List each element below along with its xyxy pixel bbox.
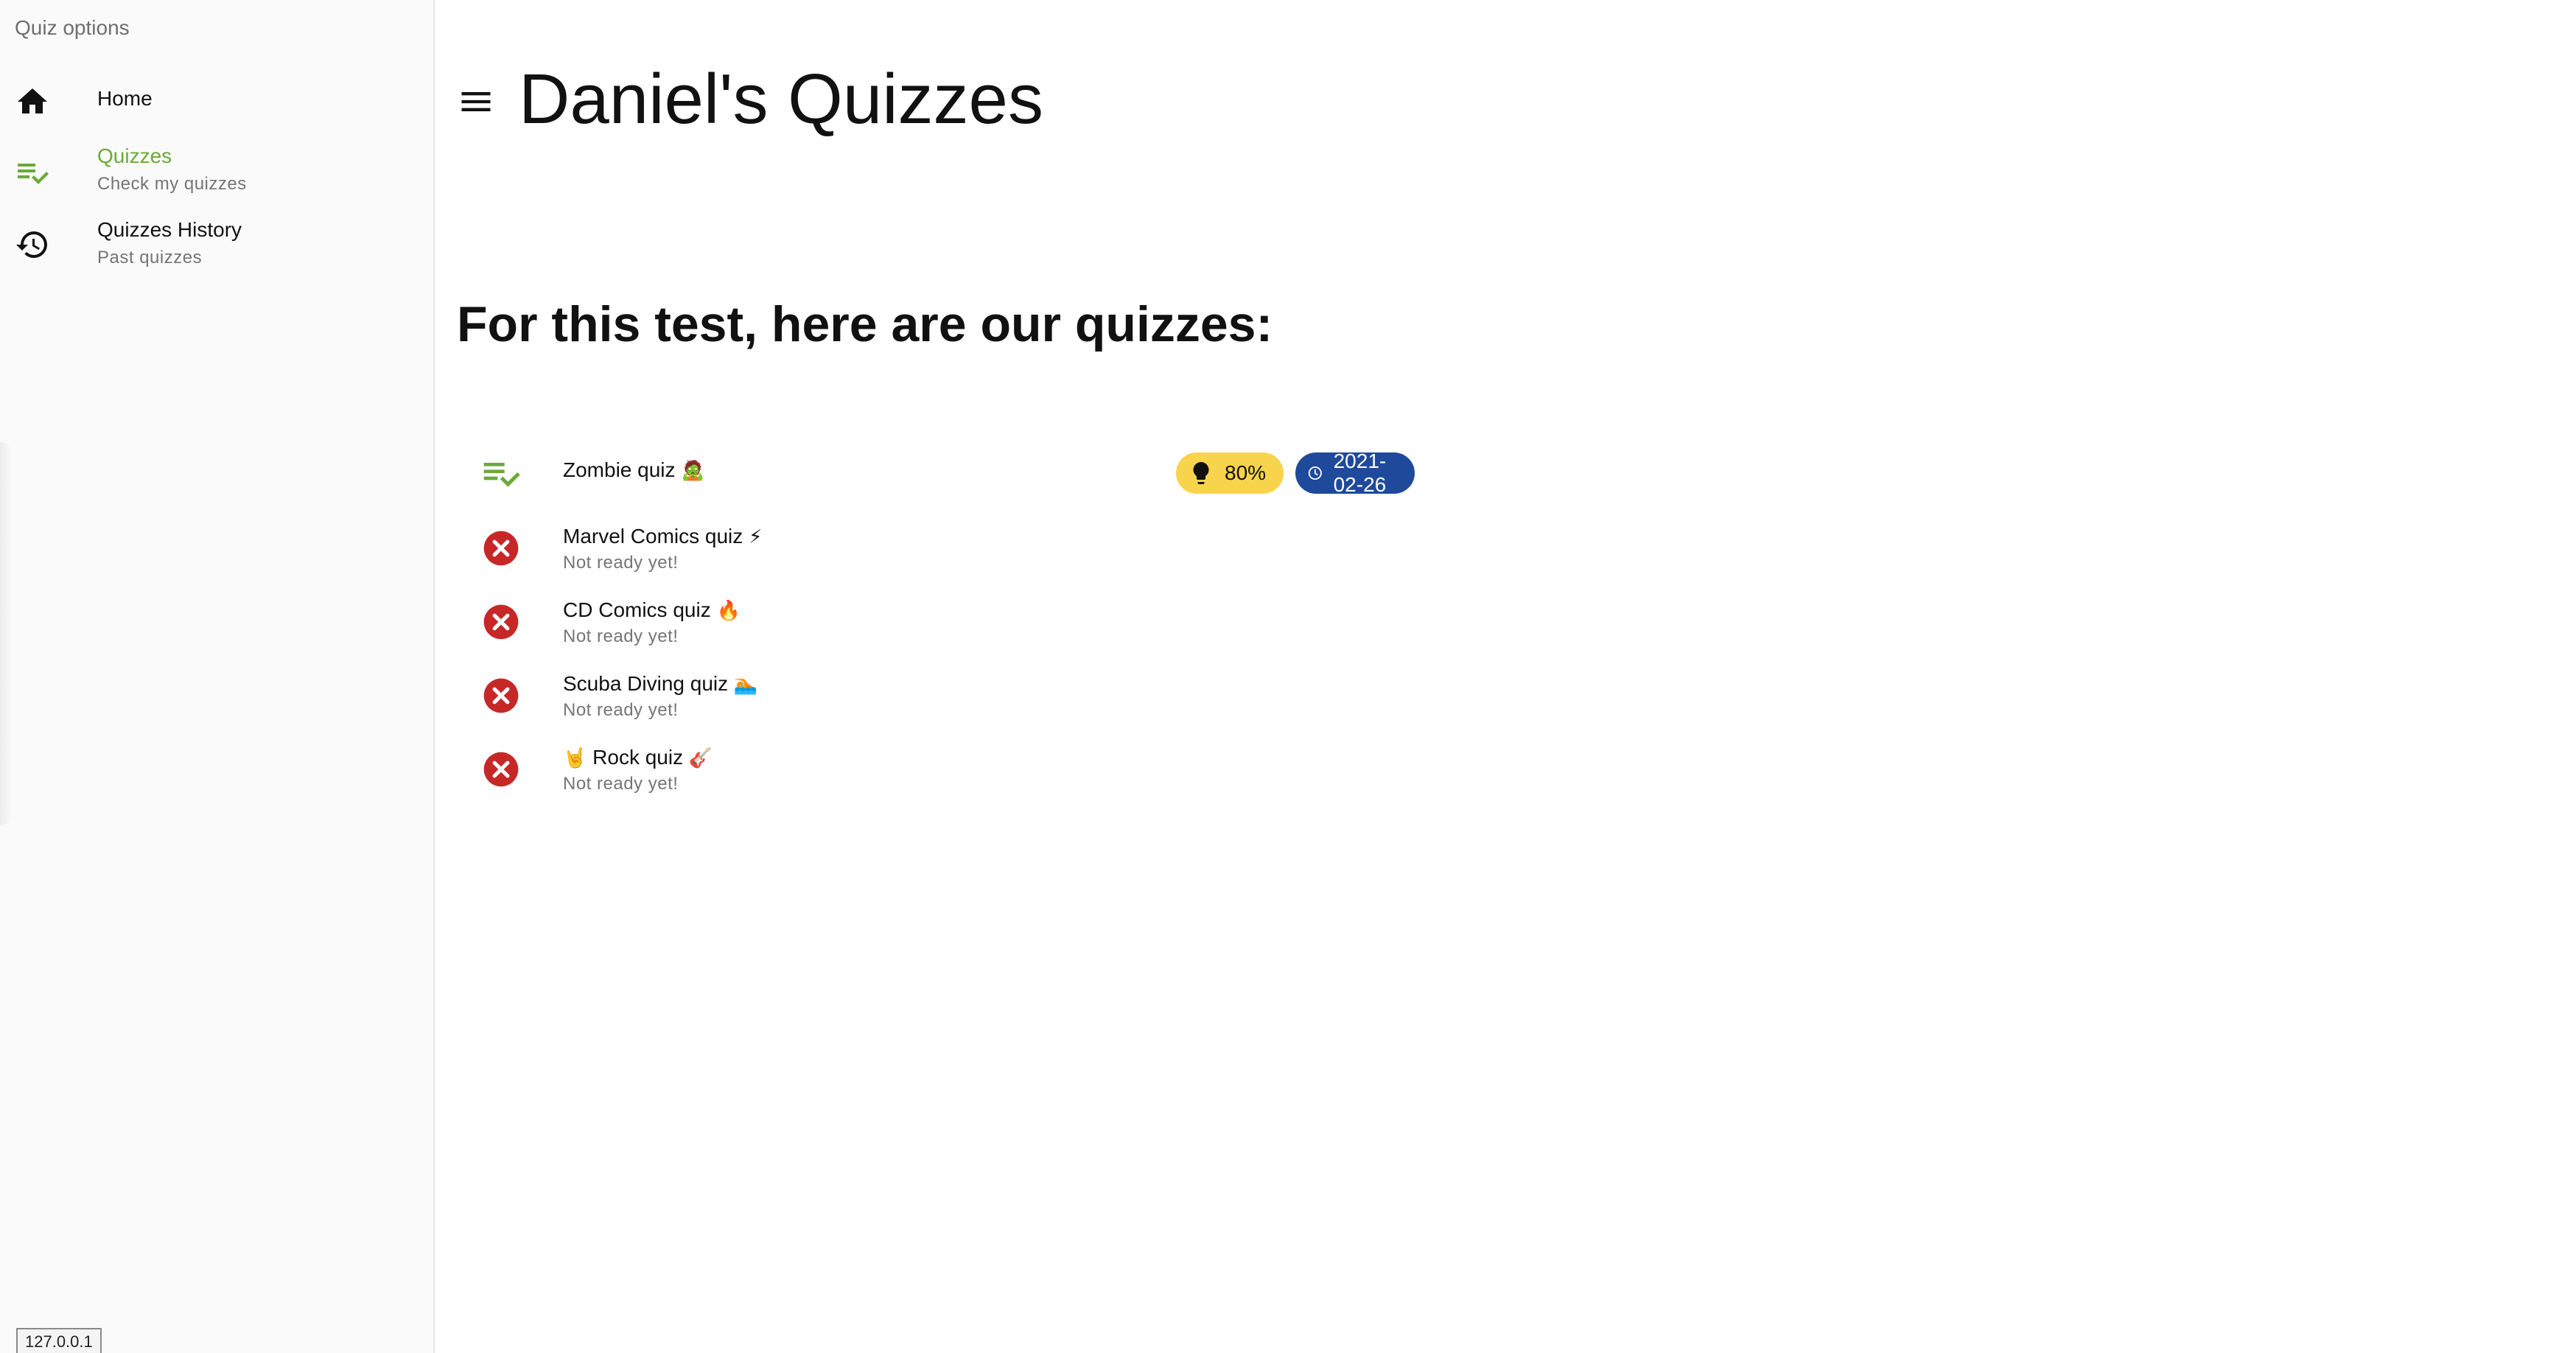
quiz-status: Not ready yet!: [563, 700, 679, 720]
home-icon: [18, 88, 47, 113]
ip-address-badge: 127.0.0.1: [16, 1328, 102, 1353]
drawer-edge-shadow: [0, 442, 12, 825]
quiz-item-marvel[interactable]: Marvel Comics quiz ⚡ Not ready yet!: [457, 516, 1341, 582]
sidebar: Quiz options Home Quizzes Check my quizz…: [0, 0, 435, 1353]
quiz-title: Scuba Diving quiz 🏊: [563, 672, 757, 696]
guitar-emoji-icon: 🎸: [688, 747, 713, 769]
quiz-title-text: CD Comics quiz: [563, 598, 711, 621]
zombie-emoji-icon: 🧟: [681, 460, 705, 482]
playlist-check-icon: [18, 164, 49, 184]
quiz-title-text: Rock quiz: [592, 746, 684, 769]
quiz-title: Marvel Comics quiz ⚡: [563, 525, 762, 548]
history-icon: [16, 231, 47, 258]
page-title: Daniel's Quizzes: [519, 60, 1043, 139]
date-value: 2021-02-26: [1333, 450, 1387, 496]
quiz-item-scuba-diving[interactable]: Scuba Diving quiz 🏊 Not ready yet!: [457, 663, 1341, 730]
cancel-icon: [483, 531, 519, 566]
sidebar-item-quizzes[interactable]: Quizzes Check my quizzes: [0, 144, 433, 211]
cancel-icon: [483, 752, 519, 787]
quiz-title: Zombie quiz 🧟: [563, 458, 705, 482]
playlist-check-icon: [483, 463, 520, 487]
quiz-item-rock[interactable]: 🤘 Rock quiz 🎸 Not ready yet!: [457, 737, 1341, 803]
lightning-emoji-icon: ⚡: [749, 526, 763, 548]
menu-icon[interactable]: [457, 83, 495, 121]
cancel-icon: [483, 604, 519, 640]
quiz-title: 🤘 Rock quiz 🎸: [563, 746, 713, 769]
sidebar-item-label: Quizzes History: [97, 218, 242, 241]
swimmer-emoji-icon: 🏊: [733, 674, 758, 696]
sidebar-title: Quiz options: [15, 16, 130, 39]
quiz-status: Not ready yet!: [563, 553, 679, 573]
sidebar-item-home[interactable]: Home: [0, 74, 433, 140]
app-root: Quiz options Home Quizzes Check my quizz…: [0, 0, 2576, 1353]
section-heading: For this test, here are our quizzes:: [457, 296, 1273, 352]
lightbulb-icon: [1193, 462, 1209, 484]
sidebar-item-label: Quizzes: [97, 144, 172, 167]
quiz-title-text: Scuba Diving quiz: [563, 672, 729, 695]
score-chip: 80%: [1176, 452, 1284, 494]
sidebar-item-label: Home: [97, 87, 153, 110]
quiz-status: Not ready yet!: [563, 626, 679, 646]
sidebar-item-subtitle: Check my quizzes: [97, 174, 247, 194]
fire-emoji-icon: 🔥: [716, 600, 741, 622]
quiz-item-cd-comics[interactable]: CD Comics quiz 🔥 Not ready yet!: [457, 590, 1341, 656]
score-value: 80%: [1225, 461, 1267, 484]
quiz-title-text: Marvel Comics quiz: [563, 525, 743, 548]
clock-icon: [1308, 466, 1322, 480]
quiz-status: Not ready yet!: [563, 774, 679, 794]
cancel-icon: [483, 678, 519, 713]
rock-hand-emoji-icon: 🤘: [563, 747, 587, 769]
sidebar-item-quizzes-history[interactable]: Quizzes History Past quizzes: [0, 218, 433, 284]
quiz-title: CD Comics quiz 🔥: [563, 598, 741, 622]
date-chip: 2021-02-26: [1295, 450, 1415, 496]
quiz-item-zombie[interactable]: Zombie quiz 🧟 80% 2021-02-26: [457, 441, 1415, 507]
quiz-title-text: Zombie quiz: [563, 458, 676, 481]
sidebar-item-subtitle: Past quizzes: [97, 248, 203, 268]
